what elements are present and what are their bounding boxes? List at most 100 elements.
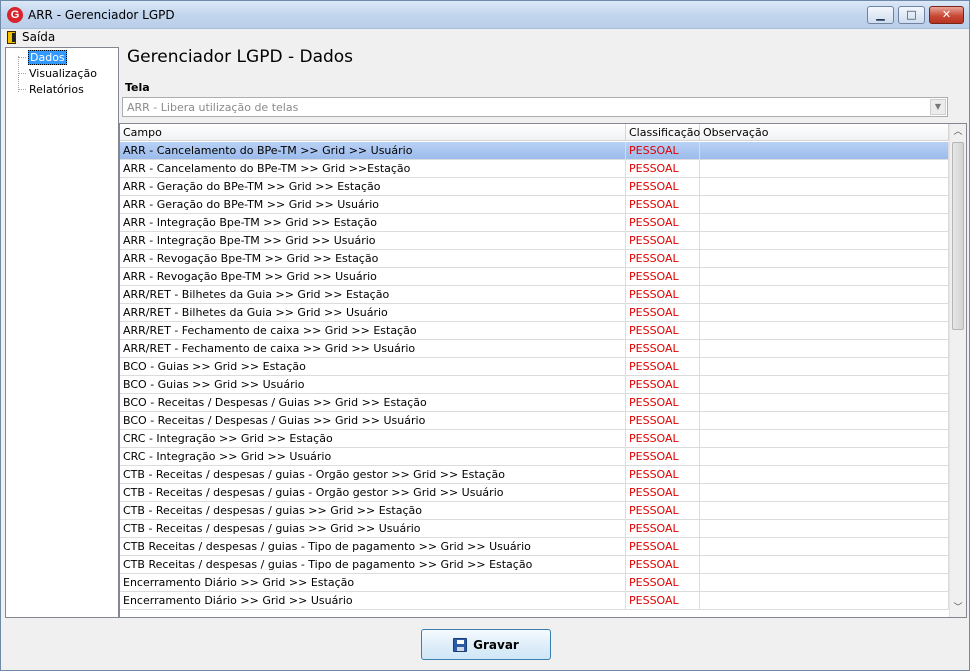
table-row[interactable]: CTB - Receitas / despesas / guias - Orgã… [120, 484, 949, 502]
scroll-up-icon[interactable]: ︿ [950, 124, 966, 141]
cell-observacao[interactable] [700, 340, 949, 357]
column-header-campo[interactable]: Campo [120, 124, 626, 141]
minimize-button[interactable]: ▁ [867, 6, 894, 24]
cell-campo[interactable]: ARR - Revogação Bpe-TM >> Grid >> Usuári… [120, 268, 626, 285]
cell-campo[interactable]: CTB Receitas / despesas / guias - Tipo d… [120, 538, 626, 555]
cell-observacao[interactable] [700, 556, 949, 573]
cell-classificacao[interactable]: PESSOAL [626, 538, 700, 555]
cell-observacao[interactable] [700, 178, 949, 195]
scroll-down-icon[interactable]: ﹀ [950, 600, 966, 617]
cell-observacao[interactable] [700, 394, 949, 411]
cell-classificacao[interactable]: PESSOAL [626, 430, 700, 447]
cell-observacao[interactable] [700, 250, 949, 267]
table-row[interactable]: BCO - Receitas / Despesas / Guias >> Gri… [120, 412, 949, 430]
cell-observacao[interactable] [700, 376, 949, 393]
scroll-thumb[interactable] [952, 142, 964, 330]
cell-observacao[interactable] [700, 466, 949, 483]
table-row[interactable]: ARR - Revogação Bpe-TM >> Grid >> Estaçã… [120, 250, 949, 268]
cell-classificacao[interactable]: PESSOAL [626, 556, 700, 573]
cell-observacao[interactable] [700, 196, 949, 213]
cell-observacao[interactable] [700, 160, 949, 177]
cell-classificacao[interactable]: PESSOAL [626, 592, 700, 609]
table-row[interactable]: CTB - Receitas / despesas / guias >> Gri… [120, 520, 949, 538]
table-row[interactable]: BCO - Guias >> Grid >> Estação PESSOAL [120, 358, 949, 376]
cell-campo[interactable]: CTB - Receitas / despesas / guias >> Gri… [120, 520, 626, 537]
cell-observacao[interactable] [700, 502, 949, 519]
table-row[interactable]: ARR/RET - Fechamento de caixa >> Grid >>… [120, 322, 949, 340]
cell-observacao[interactable] [700, 412, 949, 429]
table-row[interactable]: ARR - Integração Bpe-TM >> Grid >> Usuár… [120, 232, 949, 250]
cell-classificacao[interactable]: PESSOAL [626, 484, 700, 501]
cell-campo[interactable]: BCO - Receitas / Despesas / Guias >> Gri… [120, 394, 626, 411]
cell-campo[interactable]: CRC - Integração >> Grid >> Estação [120, 430, 626, 447]
cell-observacao[interactable] [700, 520, 949, 537]
cell-observacao[interactable] [700, 286, 949, 303]
cell-observacao[interactable] [700, 592, 949, 609]
table-row[interactable]: CRC - Integração >> Grid >> Usuário PESSO… [120, 448, 949, 466]
cell-campo[interactable]: ARR - Integração Bpe-TM >> Grid >> Estaç… [120, 214, 626, 231]
cell-classificacao[interactable]: PESSOAL [626, 520, 700, 537]
cell-classificacao[interactable]: PESSOAL [626, 358, 700, 375]
cell-campo[interactable]: ARR - Revogação Bpe-TM >> Grid >> Estaçã… [120, 250, 626, 267]
table-row[interactable]: BCO - Receitas / Despesas / Guias >> Gri… [120, 394, 949, 412]
tela-select[interactable]: ARR - Libera utilização de telas ▼ [122, 97, 948, 117]
table-row[interactable]: ARR - Cancelamento do BPe-TM >> Grid >> … [120, 142, 949, 160]
cell-classificacao[interactable]: PESSOAL [626, 466, 700, 483]
chevron-down-icon[interactable]: ▼ [930, 99, 946, 115]
cell-observacao[interactable] [700, 538, 949, 555]
cell-campo[interactable]: CTB - Receitas / despesas / guias >> Gri… [120, 502, 626, 519]
cell-classificacao[interactable]: PESSOAL [626, 412, 700, 429]
menu-exit[interactable]: Saída [7, 29, 55, 45]
maximize-button[interactable]: □ [898, 6, 925, 24]
cell-campo[interactable]: ARR/RET - Fechamento de caixa >> Grid >>… [120, 340, 626, 357]
cell-classificacao[interactable]: PESSOAL [626, 250, 700, 267]
cell-campo[interactable]: BCO - Receitas / Despesas / Guias >> Gri… [120, 412, 626, 429]
cell-classificacao[interactable]: PESSOAL [626, 574, 700, 591]
table-row[interactable]: ARR - Revogação Bpe-TM >> Grid >> Usuári… [120, 268, 949, 286]
tree-item-visualizacao[interactable]: Visualização [28, 66, 98, 81]
cell-classificacao[interactable]: PESSOAL [626, 286, 700, 303]
cell-classificacao[interactable]: PESSOAL [626, 394, 700, 411]
table-row[interactable]: ARR/RET - Bilhetes da Guia >> Grid >> Us… [120, 304, 949, 322]
column-header-classificacao[interactable]: Classificação [626, 124, 700, 141]
cell-classificacao[interactable]: PESSOAL [626, 322, 700, 339]
cell-classificacao[interactable]: PESSOAL [626, 448, 700, 465]
save-button[interactable]: Gravar [421, 629, 551, 660]
cell-classificacao[interactable]: PESSOAL [626, 178, 700, 195]
table-row[interactable]: CRC - Integração >> Grid >> Estação PESSO… [120, 430, 949, 448]
cell-classificacao[interactable]: PESSOAL [626, 502, 700, 519]
cell-observacao[interactable] [700, 484, 949, 501]
cell-campo[interactable]: CRC - Integração >> Grid >> Usuário [120, 448, 626, 465]
cell-campo[interactable]: Encerramento Diário >> Grid >> Usuário [120, 592, 626, 609]
cell-observacao[interactable] [700, 232, 949, 249]
cell-campo[interactable]: BCO - Guias >> Grid >> Estação [120, 358, 626, 375]
cell-classificacao[interactable]: PESSOAL [626, 142, 700, 159]
table-row[interactable]: CTB - Receitas / despesas / guias - Orgã… [120, 466, 949, 484]
cell-campo[interactable]: CTB Receitas / despesas / guias - Tipo d… [120, 556, 626, 573]
table-row[interactable]: ARR - Geração do BPe-TM >> Grid >> Estaç… [120, 178, 949, 196]
table-row[interactable]: Encerramento Diário >> Grid >> Estação PE… [120, 574, 949, 592]
title-bar[interactable]: G ARR - Gerenciador LGPD ▁ □ ✕ [1, 1, 969, 29]
tree-item-dados[interactable]: Dados [28, 50, 67, 65]
vertical-scrollbar[interactable]: ︿ ﹀ [949, 124, 966, 617]
cell-campo[interactable]: BCO - Guias >> Grid >> Usuário [120, 376, 626, 393]
close-button[interactable]: ✕ [929, 6, 964, 24]
cell-campo[interactable]: ARR - Cancelamento do BPe-TM >> Grid >>E… [120, 160, 626, 177]
cell-campo[interactable]: ARR - Integração Bpe-TM >> Grid >> Usuár… [120, 232, 626, 249]
cell-classificacao[interactable]: PESSOAL [626, 160, 700, 177]
table-row[interactable]: CTB - Receitas / despesas / guias >> Gri… [120, 502, 949, 520]
cell-observacao[interactable] [700, 214, 949, 231]
cell-campo[interactable]: CTB - Receitas / despesas / guias - Orgã… [120, 466, 626, 483]
cell-classificacao[interactable]: PESSOAL [626, 340, 700, 357]
cell-campo[interactable]: ARR - Cancelamento do BPe-TM >> Grid >> … [120, 142, 626, 159]
table-row[interactable]: ARR/RET - Fechamento de caixa >> Grid >>… [120, 340, 949, 358]
cell-classificacao[interactable]: PESSOAL [626, 214, 700, 231]
cell-observacao[interactable] [700, 322, 949, 339]
cell-classificacao[interactable]: PESSOAL [626, 232, 700, 249]
cell-classificacao[interactable]: PESSOAL [626, 304, 700, 321]
cell-observacao[interactable] [700, 358, 949, 375]
column-header-observacao[interactable]: Observação [700, 124, 949, 141]
table-row[interactable]: ARR - Geração do BPe-TM >> Grid >> Usuár… [120, 196, 949, 214]
cell-classificacao[interactable]: PESSOAL [626, 376, 700, 393]
table-row[interactable]: ARR - Integração Bpe-TM >> Grid >> Estaç… [120, 214, 949, 232]
